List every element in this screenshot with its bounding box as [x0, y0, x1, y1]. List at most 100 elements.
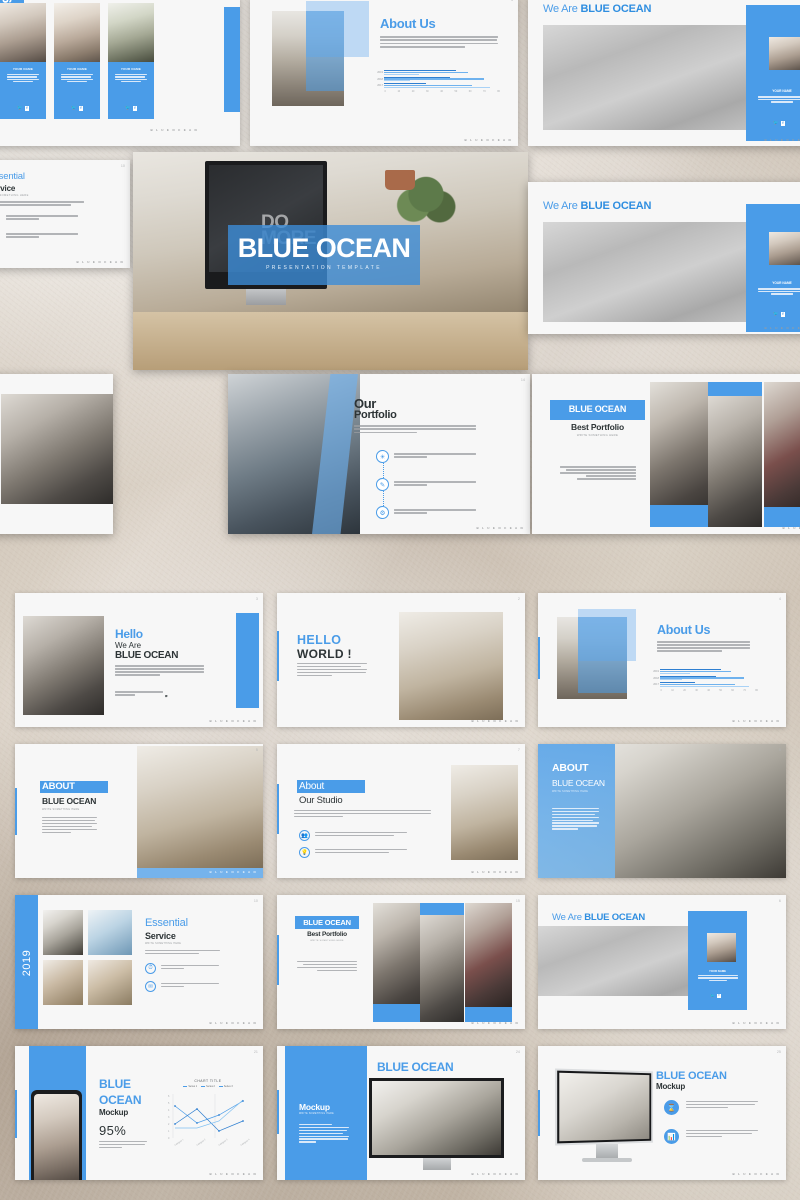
pot-shape — [385, 170, 415, 190]
slide-mockup-phone-chart[interactable]: BLUE OCEAN Mockup 95% CHART TITLE Series… — [15, 1046, 263, 1180]
badge-label: BLUE OCEAN — [568, 404, 627, 414]
slide-title: Best Portfolio — [571, 422, 624, 432]
slide-hello-we-are[interactable]: Hello We Are BLUE OCEAN ❞ 3 B L U E O C … — [15, 593, 263, 727]
social-links[interactable]: 🐦 f — [773, 120, 786, 126]
chart-title: CHART TITLE — [194, 1079, 222, 1083]
slide-hello-world-cut[interactable]: O D ! — [0, 374, 113, 534]
phone-screen-photo — [34, 1094, 79, 1180]
slide-hello-world[interactable]: HELLO WORLD ! 2 B L U E O C E A N — [277, 593, 525, 727]
slide-essential-service[interactable]: 2019 Essential Service WRITE SOMETHING H… — [15, 895, 263, 1029]
team-card-desc — [7, 74, 39, 84]
slide-title: Our Studio — [299, 795, 343, 806]
slide-best-portfolio[interactable]: BLUE OCEAN Best Portfolio WRITE SOMETHIN… — [532, 374, 800, 534]
slide-we-are-blue-ocean-1[interactable]: We Are BLUE OCEAN YOUR NAME 🐦 f B L U E … — [528, 0, 800, 146]
svg-text:0: 0 — [168, 1137, 170, 1140]
team-card[interactable]: YOUR NAME 🐦 f — [54, 3, 100, 119]
social-links[interactable]: 🐦 f — [710, 994, 721, 998]
slide-footer: B L U E O C E A N — [732, 1021, 780, 1025]
slide-title: Essential — [0, 171, 25, 182]
accent-bar-left — [15, 788, 17, 835]
profile-photo — [769, 232, 800, 265]
slide-team-cards[interactable]: 2019 YOUR NAME 🐦 f YOUR NAME 🐦 f YOUR N — [0, 0, 240, 146]
panel-name: YOUR NAME — [772, 89, 792, 93]
slide-essential-service-small[interactable]: Essential Service WRITE SOMETHING HERE ⏱… — [0, 160, 130, 268]
slide-about-our-studio[interactable]: About Our Studio 👥 💡 7 B L U E O C E A N — [277, 744, 525, 878]
slide-body — [297, 663, 367, 678]
page-number: 5 — [779, 748, 781, 752]
slide-title: Best Portfolio — [307, 931, 347, 938]
slide-body — [552, 808, 599, 831]
twitter-icon[interactable]: 🐦 — [773, 311, 779, 317]
bullet-text — [315, 849, 407, 855]
slide-title: HELLO — [297, 633, 342, 647]
keyboard-photo — [543, 222, 761, 322]
accent-bar-left — [277, 935, 279, 985]
slide-we-are-blue-ocean-grid[interactable]: We Are BLUE OCEAN YOUR NAME 🐦 f 6 B L U … — [538, 895, 786, 1029]
accent-bar-left — [277, 1090, 279, 1134]
page-number: 7 — [518, 748, 520, 752]
slide-footer: B L U E O C E A N — [471, 1172, 519, 1176]
twitter-icon[interactable]: 🐦 — [773, 120, 779, 126]
slide-about-blue-ocean-2[interactable]: ABOUT BLUE OCEAN WRITE SOMETHING HERE 5 — [538, 744, 786, 878]
team-card-name: YOUR NAME — [12, 67, 34, 71]
twitter-icon[interactable]: 🐦 — [17, 105, 23, 111]
facebook-icon[interactable]: f — [716, 994, 721, 998]
slide-body — [297, 961, 357, 973]
page-number: 24 — [516, 1050, 520, 1054]
page-number: 6 — [779, 899, 781, 903]
legend-series-1: Series 1 — [183, 1085, 197, 1088]
legend-series-2: Series 2 — [201, 1085, 215, 1088]
slide-we-are-blue-ocean-2[interactable]: We Are BLUE OCEAN YOUR NAME 🐦 f B L U E … — [528, 182, 800, 334]
chart-legend: Series 1 Series 2 Series 3 — [163, 1085, 253, 1088]
slide-best-portfolio-grid[interactable]: BLUE OCEAN Best Portfolio WRITE SOMETHIN… — [277, 895, 525, 1029]
gear-icon: ⚙ — [376, 506, 389, 519]
monitor-screen-photo — [372, 1081, 501, 1155]
panel-name: YOUR NAME — [772, 281, 792, 285]
slide-about-blue-ocean[interactable]: ABOUT BLUE OCEAN WRITE SOMETHING HERE 5 … — [15, 744, 263, 878]
service-photo-1 — [43, 910, 83, 955]
svg-text:6: 6 — [168, 1095, 170, 1098]
page-number: 10 — [254, 899, 258, 903]
monitor-stand — [423, 1158, 451, 1170]
chat-icon: ✉ — [145, 981, 156, 992]
panel-desc — [758, 96, 800, 104]
social-links[interactable]: 🐦 f — [17, 105, 30, 111]
slide-body — [294, 810, 431, 819]
badge-label: ABOUT — [552, 762, 589, 774]
facebook-icon[interactable]: f — [132, 106, 138, 111]
social-links[interactable]: 🐦 f — [125, 105, 138, 111]
slide-about-us-chart[interactable]: About Us 2019 2018 2017 0 10 20 30 40 50 60 70… — [250, 0, 518, 146]
slide-mockup-imac[interactable]: BLUE OCEAN Mockup ⌛ 📊 25 B L U E O C E A… — [538, 1046, 786, 1180]
team-card[interactable]: YOUR NAME 🐦 f — [108, 3, 154, 119]
svg-text:2: 2 — [168, 1123, 170, 1126]
facebook-icon[interactable]: f — [24, 106, 30, 111]
slide-footer: B L U E O C E A N — [76, 260, 124, 264]
slide-subtitle: WORLD ! — [297, 647, 352, 661]
slide-cover-title[interactable]: DO MORE BLUE OCEAN PRESENTATION TEMPLATE — [133, 152, 528, 370]
slide-subtitle: Service — [0, 184, 16, 193]
slide-subtitle: Mockup — [99, 1108, 129, 1117]
team-card[interactable]: YOUR NAME 🐦 f — [0, 3, 46, 119]
slide-kicker: WRITE SOMETHING HERE — [42, 808, 80, 811]
social-links[interactable]: 🐦 f — [773, 311, 786, 317]
social-links[interactable]: 🐦 f — [71, 105, 84, 111]
panel-name: YOUR NAME — [708, 969, 727, 973]
slide-footer: B L U E O C E A N — [209, 1021, 257, 1025]
badge-label: ABOUT — [42, 781, 75, 792]
bullet-text — [161, 965, 219, 971]
slide-our-portfolio[interactable]: Our Portfolio ☀ ✎ ⚙ 14 B L U E O C E A N — [228, 374, 530, 534]
facebook-icon[interactable]: f — [780, 312, 786, 317]
slide-about-us-grid[interactable]: About Us 2019 2018 2017 0 10 20 30 40 50 60 70… — [538, 593, 786, 727]
twitter-icon[interactable]: 🐦 — [710, 994, 715, 998]
twitter-icon[interactable]: 🐦 — [71, 105, 77, 111]
desk-shape — [133, 312, 528, 370]
facebook-icon[interactable]: f — [780, 121, 786, 126]
twitter-icon[interactable]: 🐦 — [125, 105, 131, 111]
slide-mockup-desktop[interactable]: Mockup WRITE SOMETHING HERE BLUE OCEAN 2… — [277, 1046, 525, 1180]
facebook-icon[interactable]: f — [78, 106, 84, 111]
svg-text:Category 3: Category 3 — [218, 1137, 229, 1146]
accent-bar-left — [538, 637, 540, 679]
photo-overlay-mid — [306, 11, 344, 91]
profile-photo — [769, 37, 800, 70]
svg-text:5: 5 — [168, 1102, 170, 1105]
